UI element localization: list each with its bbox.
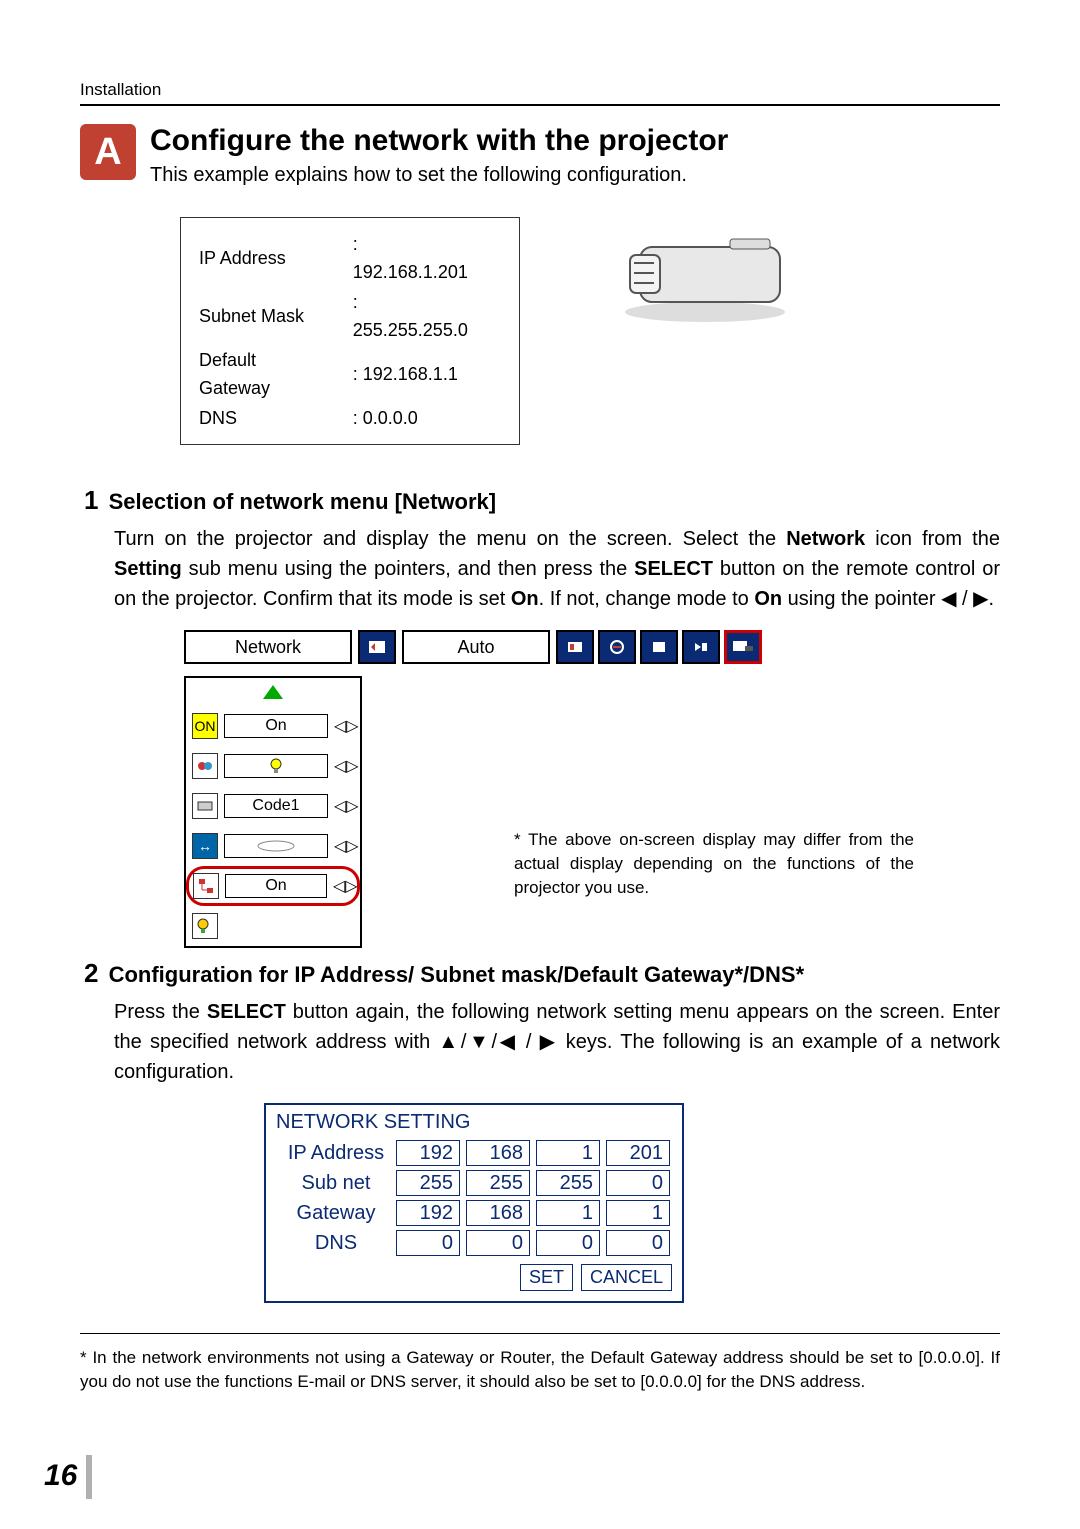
left-right-icon: ◁▷ bbox=[333, 876, 353, 896]
step-badge-a: A bbox=[80, 124, 136, 180]
step-1-heading: 1 Selection of network menu [Network] bbox=[84, 485, 1000, 516]
ns-row-ip: IP Address1921681201 bbox=[276, 1140, 672, 1166]
step-2-body: Press the SELECT button again, the follo… bbox=[114, 997, 1000, 1087]
osd-setting-row-highlighted: On◁▷ bbox=[186, 866, 360, 906]
step-1: 1 Selection of network menu [Network] Tu… bbox=[84, 485, 1000, 930]
osd-settings-column: ONOn◁▷ ◁▷ Code1◁▷ ↔ ◁▷ On◁▷ bbox=[184, 676, 362, 948]
network-icon bbox=[193, 873, 219, 899]
progress-icon bbox=[256, 839, 296, 853]
osd-icons-right bbox=[556, 630, 762, 664]
page-number: 16 bbox=[44, 1459, 77, 1493]
config-row-item: Default Gateway: 192.168.1.1 bbox=[199, 346, 501, 402]
osd-menu-bar: Network Auto bbox=[184, 630, 884, 664]
left-right-icon: ◁▷ bbox=[334, 716, 354, 736]
page-title: Configure the network with the projector bbox=[150, 124, 728, 158]
osd-icon-2 bbox=[598, 630, 636, 664]
osd-auto-label: Auto bbox=[402, 630, 550, 664]
osd-row-icon bbox=[192, 753, 218, 779]
osd-icon-1 bbox=[556, 630, 594, 664]
page-subtitle: This example explains how to set the fol… bbox=[150, 164, 728, 187]
osd-setting-row: ↔ ◁▷ bbox=[186, 826, 360, 866]
osd-setting-row: Code1◁▷ bbox=[186, 786, 360, 826]
osd-scroll-up bbox=[186, 678, 360, 706]
osd-input-icon bbox=[358, 630, 396, 664]
step-2-heading: 2 Configuration for IP Address/ Subnet m… bbox=[84, 958, 1000, 989]
network-setting-title: NETWORK SETTING bbox=[276, 1111, 672, 1134]
osd-setting-row bbox=[186, 906, 360, 946]
osd-footnote: * The above on-screen display may differ… bbox=[514, 828, 914, 900]
section-header: Installation bbox=[80, 80, 1000, 106]
osd-icon-4 bbox=[682, 630, 720, 664]
footnote: * In the network environments not using … bbox=[80, 1346, 1000, 1394]
set-button[interactable]: SET bbox=[520, 1264, 573, 1291]
projector-icon bbox=[610, 217, 800, 327]
left-right-icon: ◁▷ bbox=[334, 756, 354, 776]
divider bbox=[80, 1333, 1000, 1334]
bulb-icon bbox=[269, 757, 283, 775]
ns-row-gateway: Gateway19216811 bbox=[276, 1200, 672, 1226]
osd-row-icon bbox=[192, 793, 218, 819]
page-content: Installation A Configure the network wit… bbox=[80, 80, 1000, 1394]
title-row: A Configure the network with the project… bbox=[80, 124, 1000, 187]
osd-icon-3 bbox=[640, 630, 678, 664]
osd-icon-selected bbox=[724, 630, 762, 664]
triangle-up-icon bbox=[263, 685, 283, 699]
ns-row-dns: DNS0000 bbox=[276, 1230, 672, 1256]
osd-setting-row: ◁▷ bbox=[186, 746, 360, 786]
osd-row-icon: ↔ bbox=[192, 833, 218, 859]
osd-menu-figure: Network Auto ONOn◁▷ ◁▷ Code1◁▷ bbox=[184, 630, 884, 930]
osd-row-icon bbox=[192, 913, 218, 939]
step-1-body: Turn on the projector and display the me… bbox=[114, 524, 1000, 614]
osd-row-icon: ON bbox=[192, 713, 218, 739]
config-values-box: IP Address: 192.168.1.201 Subnet Mask: 2… bbox=[180, 217, 520, 445]
config-row: IP Address: 192.168.1.201 Subnet Mask: 2… bbox=[180, 217, 1000, 445]
config-row-item: IP Address: 192.168.1.201 bbox=[199, 230, 501, 286]
left-right-icon: ◁▷ bbox=[334, 796, 354, 816]
step-2: 2 Configuration for IP Address/ Subnet m… bbox=[84, 958, 1000, 1303]
cancel-button[interactable]: CANCEL bbox=[581, 1264, 672, 1291]
left-right-icon: ◁▷ bbox=[334, 836, 354, 856]
config-row-item: DNS: 0.0.0.0 bbox=[199, 404, 501, 432]
ns-row-subnet: Sub net2552552550 bbox=[276, 1170, 672, 1196]
osd-setting-row: ONOn◁▷ bbox=[186, 706, 360, 746]
page-number-bar bbox=[86, 1455, 92, 1499]
network-setting-panel: NETWORK SETTING IP Address1921681201 Sub… bbox=[264, 1103, 684, 1303]
config-row-item: Subnet Mask: 255.255.255.0 bbox=[199, 288, 501, 344]
osd-menu-name: Network bbox=[184, 630, 352, 664]
